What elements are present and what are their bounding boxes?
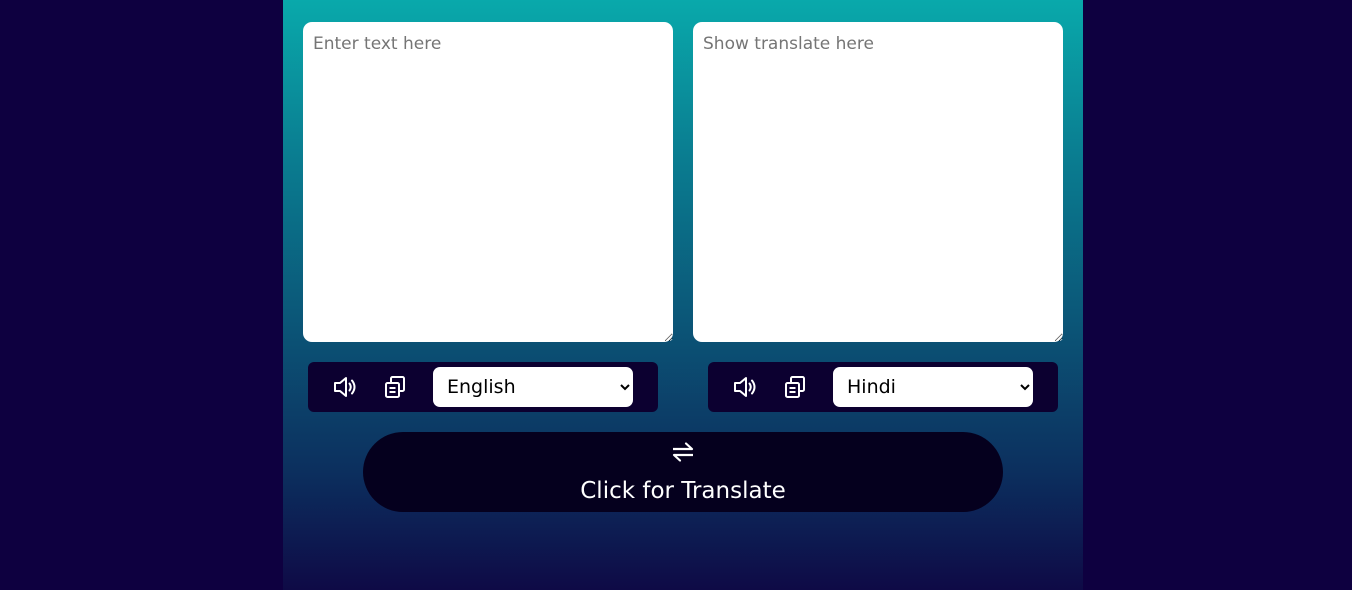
exchange-icon xyxy=(671,440,695,464)
volume-icon[interactable] xyxy=(332,374,358,400)
volume-icon[interactable] xyxy=(732,374,758,400)
translate-button-label: Click for Translate xyxy=(580,478,786,504)
source-text-input[interactable] xyxy=(303,22,673,342)
source-controls: English xyxy=(308,362,658,412)
copy-icon[interactable] xyxy=(782,374,808,400)
copy-icon[interactable] xyxy=(382,374,408,400)
translate-button[interactable]: Click for Translate xyxy=(363,432,1003,512)
source-language-select[interactable]: English xyxy=(433,367,633,407)
translator-container: English Hindi xyxy=(283,0,1083,590)
target-controls: Hindi xyxy=(708,362,1058,412)
translated-text-output[interactable] xyxy=(693,22,1063,342)
target-language-select[interactable]: Hindi xyxy=(833,367,1033,407)
